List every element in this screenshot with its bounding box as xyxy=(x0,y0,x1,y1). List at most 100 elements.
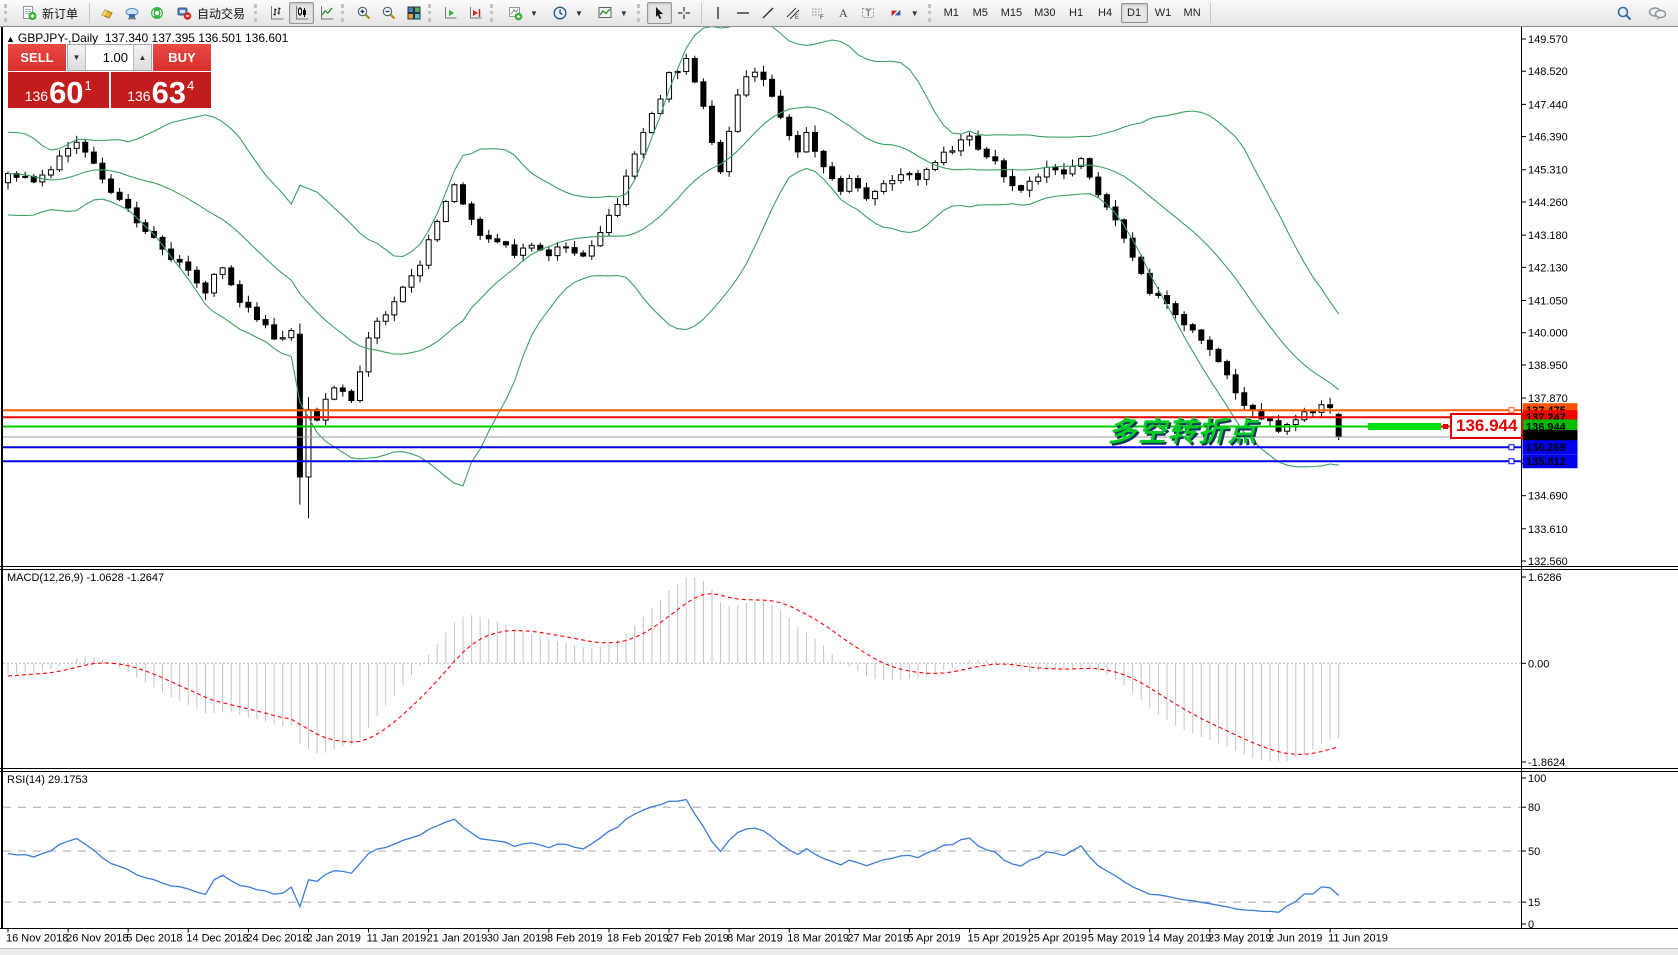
svg-text:80: 80 xyxy=(1528,802,1540,814)
chart-profile-button[interactable]: ▼ xyxy=(590,2,635,24)
dropdown-caret-icon: ▼ xyxy=(575,9,583,18)
sell-price-box[interactable]: 136 60 1 xyxy=(8,72,109,108)
market-watch-button[interactable] xyxy=(94,2,119,24)
buy-price-prefix: 136 xyxy=(127,89,150,103)
zoom-in-icon xyxy=(356,5,372,21)
buy-button[interactable]: BUY xyxy=(153,44,211,71)
timeframe-button-D1[interactable]: D1 xyxy=(1121,3,1148,23)
fibonacci-button[interactable]: F xyxy=(806,2,831,24)
svg-text:136.269: 136.269 xyxy=(1526,442,1566,454)
cursor-button[interactable] xyxy=(647,2,672,24)
zoom-out-button[interactable] xyxy=(376,2,401,24)
new-indicator-button[interactable]: ▼ xyxy=(500,2,545,24)
svg-text:8 Mar 2019: 8 Mar 2019 xyxy=(727,933,783,945)
svg-text:146.390: 146.390 xyxy=(1528,132,1568,144)
svg-text:142.130: 142.130 xyxy=(1528,262,1568,274)
bar-chart-button[interactable] xyxy=(264,2,289,24)
svg-text:1.6286: 1.6286 xyxy=(1528,572,1562,584)
horizontal-line-button[interactable] xyxy=(731,2,756,24)
collapse-triangle-icon[interactable]: ▲ xyxy=(6,34,15,44)
volume-input[interactable]: 1.00 xyxy=(86,45,133,70)
one-click-trading-panel: SELL ▼ 1.00 ▲ BUY 136 60 1 136 63 4 xyxy=(8,44,211,108)
chart-shift-button[interactable] xyxy=(463,2,488,24)
zoom-out-icon xyxy=(381,5,397,21)
chart-canvas[interactable]: 149.570148.520147.440146.390145.310144.2… xyxy=(0,0,1678,955)
periods-button[interactable]: ▼ xyxy=(545,2,590,24)
svg-text:138.950: 138.950 xyxy=(1528,360,1568,372)
candlestick-chart-button[interactable] xyxy=(289,2,314,24)
volume-decrease-button[interactable]: ▼ xyxy=(68,45,86,70)
zoom-in-button[interactable] xyxy=(351,2,376,24)
terminal-button[interactable] xyxy=(119,2,144,24)
macd-indicator-label: MACD(12,26,9) -1.0628 -1.2647 xyxy=(7,572,164,584)
community-button[interactable] xyxy=(1645,2,1670,24)
line-chart-button[interactable] xyxy=(314,2,339,24)
sell-button[interactable]: SELL xyxy=(8,44,66,71)
svg-text:27 Mar 2019: 27 Mar 2019 xyxy=(847,933,909,945)
svg-text:50: 50 xyxy=(1528,846,1540,858)
dropdown-caret-icon: ▼ xyxy=(911,9,919,18)
bar-chart-icon xyxy=(269,5,285,21)
text-label-icon: T xyxy=(860,5,876,21)
volume-increase-button[interactable]: ▲ xyxy=(133,45,151,70)
signals-button[interactable] xyxy=(144,2,169,24)
text-button[interactable]: A xyxy=(831,2,856,24)
svg-text:8 Feb 2019: 8 Feb 2019 xyxy=(547,933,603,945)
svg-text:148.520: 148.520 xyxy=(1528,66,1568,78)
svg-text:30 Jan 2019: 30 Jan 2019 xyxy=(487,933,548,945)
search-button[interactable] xyxy=(1612,2,1637,24)
signals-icon xyxy=(149,5,165,21)
highlight-segment xyxy=(1368,423,1441,430)
text-label-button[interactable]: T xyxy=(856,2,881,24)
price-callout-box[interactable]: 136.944 xyxy=(1450,413,1523,439)
crosshair-button[interactable] xyxy=(672,2,697,24)
auto-trading-button[interactable]: 自动交易 xyxy=(169,2,252,24)
sell-price-main: 60 xyxy=(49,78,83,107)
tile-windows-button[interactable] xyxy=(401,2,426,24)
vertical-line-button[interactable] xyxy=(706,2,731,24)
timeframe-button-MN[interactable]: MN xyxy=(1179,3,1206,23)
timeframe-button-M30[interactable]: M30 xyxy=(1029,3,1060,23)
new-chart-icon xyxy=(507,5,523,21)
line-chart-icon xyxy=(319,5,335,21)
svg-text:0.00: 0.00 xyxy=(1528,658,1549,670)
candlestick-chart-icon xyxy=(294,5,310,21)
cloud-terminal-icon xyxy=(124,5,140,21)
sell-price-prefix: 136 xyxy=(25,89,48,103)
timeframe-button-M1[interactable]: M1 xyxy=(938,3,965,23)
volume-spinner: ▼ 1.00 ▲ xyxy=(67,44,152,71)
svg-text:2 Jun 2019: 2 Jun 2019 xyxy=(1268,933,1322,945)
svg-text:F: F xyxy=(820,15,824,21)
text-icon: A xyxy=(835,5,851,21)
svg-text:16 Nov 2018: 16 Nov 2018 xyxy=(6,933,68,945)
horizontal-line-icon xyxy=(735,5,751,21)
dropdown-caret-icon: ▼ xyxy=(530,9,538,18)
timeframe-button-W1[interactable]: W1 xyxy=(1150,3,1177,23)
equidistant-channel-button[interactable]: E xyxy=(781,2,806,24)
chart-annotation-text[interactable]: 多空转折点 xyxy=(1108,410,1258,450)
arrows-button[interactable]: ▼ xyxy=(881,2,926,24)
svg-text:11 Jun 2019: 11 Jun 2019 xyxy=(1328,933,1388,945)
toolbar-grip xyxy=(490,4,496,22)
toolbar-grip xyxy=(254,4,260,22)
timeframe-button-H1[interactable]: H1 xyxy=(1063,3,1090,23)
chart-profile-icon xyxy=(597,5,613,21)
arrows-icon xyxy=(888,5,904,21)
timeframe-button-H4[interactable]: H4 xyxy=(1092,3,1119,23)
new-order-button[interactable]: 新订单 xyxy=(14,2,85,24)
svg-text:15 Apr 2019: 15 Apr 2019 xyxy=(968,933,1027,945)
svg-text:141.050: 141.050 xyxy=(1528,295,1568,307)
svg-text:135.812: 135.812 xyxy=(1526,456,1566,468)
auto-scroll-button[interactable] xyxy=(438,2,463,24)
svg-text:A: A xyxy=(839,6,848,20)
trendline-button[interactable] xyxy=(756,2,781,24)
new-order-label: 新订单 xyxy=(42,5,78,22)
toolbar-grip xyxy=(341,4,347,22)
buy-price-box[interactable]: 136 63 4 xyxy=(111,72,212,108)
fibonacci-icon: F xyxy=(810,5,826,21)
timeframe-button-M15[interactable]: M15 xyxy=(996,3,1027,23)
timeframe-button-M5[interactable]: M5 xyxy=(967,3,994,23)
toolbar-grip xyxy=(4,4,10,22)
toolbar-separator xyxy=(89,3,90,23)
svg-text:14 Dec 2018: 14 Dec 2018 xyxy=(186,933,248,945)
